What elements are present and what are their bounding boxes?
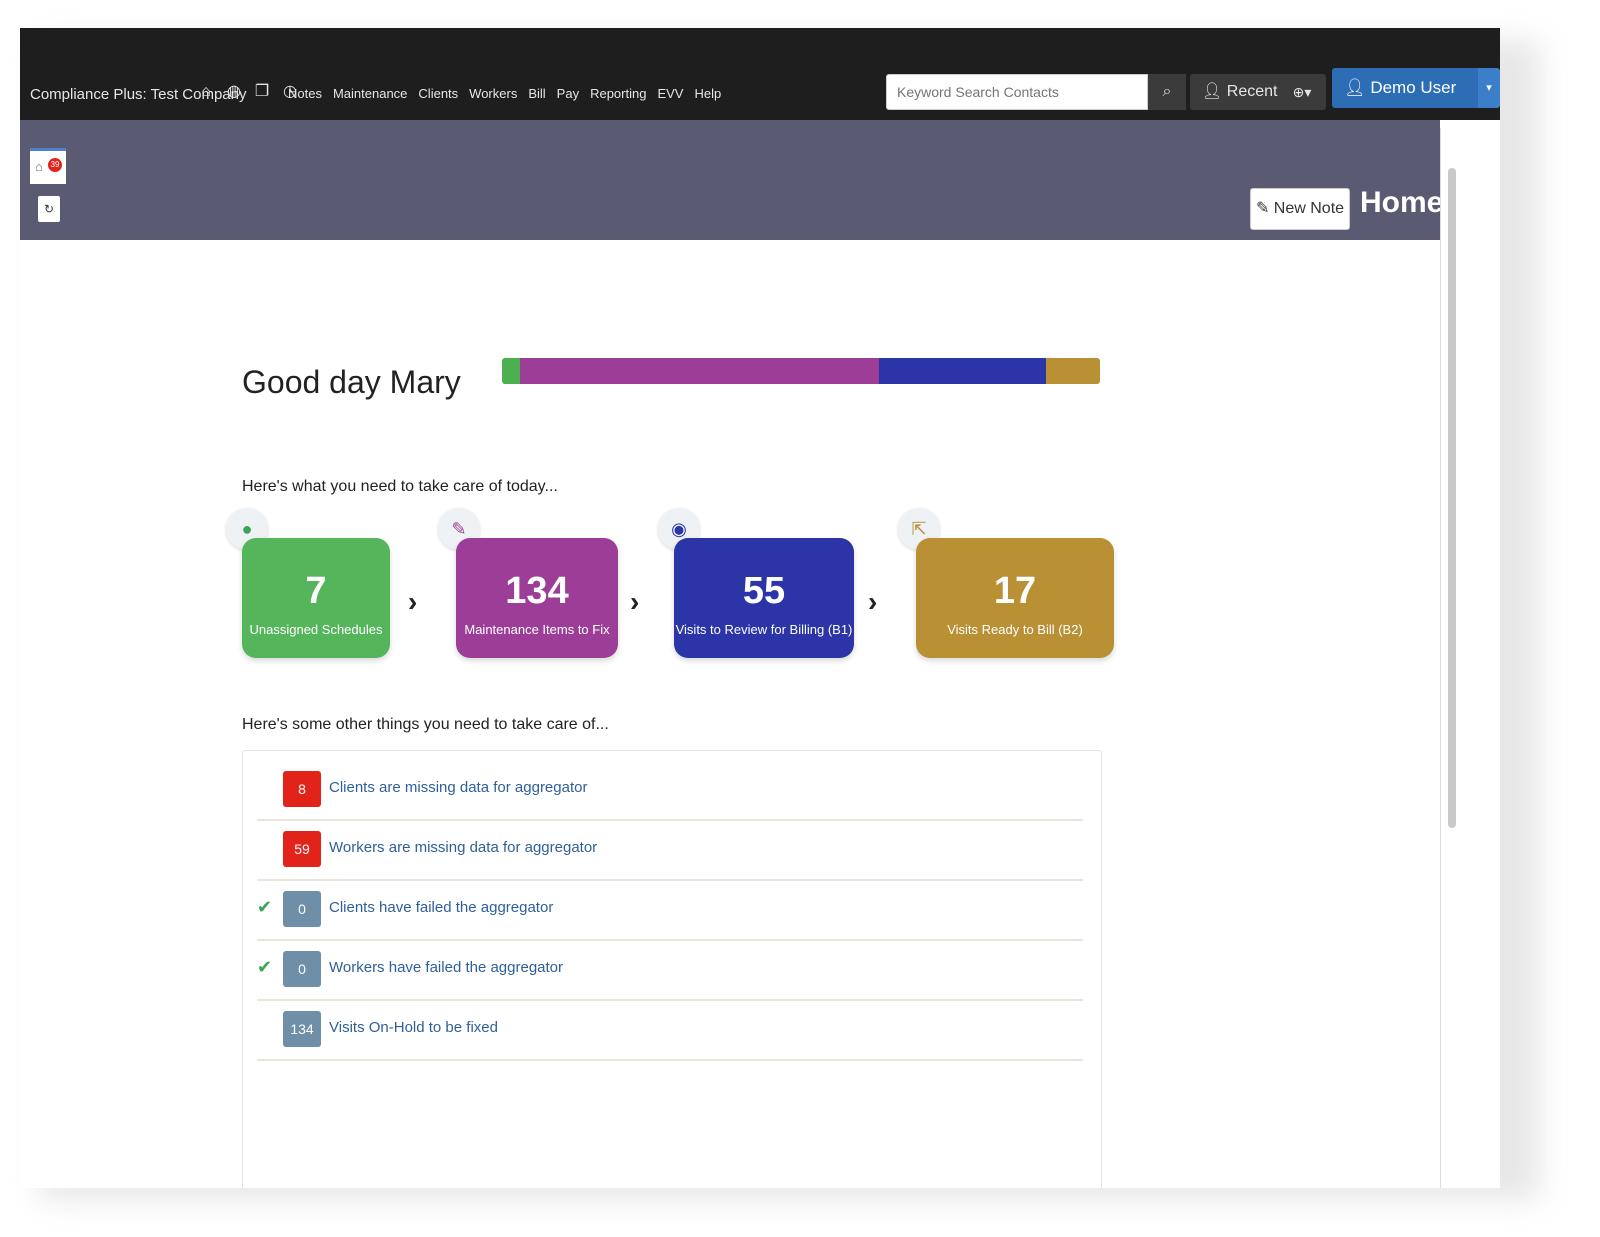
search-icon: ⌕ — [1162, 83, 1172, 100]
count-badge: 0 — [283, 891, 321, 927]
user-menu-button[interactable]: 👤︎ Demo User — [1332, 68, 1478, 108]
count-badge: 0 — [283, 951, 321, 987]
task-card-visits-ready[interactable]: 17 Visits Ready to Bill (B2) — [916, 538, 1114, 658]
progress-segment — [519, 358, 879, 384]
menu-pay[interactable]: Pay — [557, 86, 579, 101]
page-title: Home — [1360, 186, 1444, 219]
count-badge: 134 — [283, 1011, 321, 1047]
chevron-right-icon: › — [630, 586, 640, 617]
status-progress-bar — [502, 358, 1100, 384]
refresh-icon: ↻ — [43, 202, 55, 216]
home-icon: ⌂ — [35, 159, 43, 174]
menu-maintenance[interactable]: Maintenance — [333, 86, 407, 101]
windows-icon[interactable]: ❐ — [252, 82, 272, 102]
top-navbar: Compliance Plus: Test Company ⌂ ◍ ❐ ◷ No… — [20, 28, 1500, 120]
count-badge: 59 — [283, 831, 321, 867]
globe-icon[interactable]: ◍ — [224, 82, 244, 102]
user-label: Demo User — [1370, 78, 1457, 97]
item-link[interactable]: Workers are missing data for aggregator — [329, 839, 597, 856]
task-card-unassigned-schedules[interactable]: 7 Unassigned Schedules — [242, 538, 390, 658]
pencil-icon: ✎ — [1255, 200, 1270, 217]
menu-clients[interactable]: Clients — [418, 86, 458, 101]
user-icon: 👤︎ — [1344, 78, 1366, 97]
menu-evv[interactable]: EVV — [657, 86, 683, 101]
menu-notes[interactable]: Notes — [288, 86, 322, 101]
task-label: Maintenance Items to Fix — [464, 622, 610, 637]
add-menu-button[interactable]: ⊕▾ — [1278, 74, 1326, 110]
item-link[interactable]: Clients are missing data for aggregator — [329, 779, 587, 796]
list-item[interactable]: ✔ 0 Workers have failed the aggregator — [257, 943, 1083, 1001]
task-label: Visits to Review for Billing (B1) — [675, 622, 853, 637]
progress-segment — [502, 358, 520, 384]
user-caret-button[interactable]: ▾ — [1478, 68, 1500, 108]
list-item[interactable]: 134 Visits On-Hold to be fixed — [257, 1003, 1083, 1061]
task-value: 55 — [742, 570, 786, 612]
nav-icon-group: ⌂ ◍ ❐ ◷ — [196, 82, 300, 102]
today-heading: Here's what you need to take care of tod… — [242, 478, 558, 495]
user-icon: 👤︎ — [1202, 83, 1223, 100]
list-item[interactable]: ✔ 0 Clients have failed the aggregator — [257, 883, 1083, 941]
scrollbar-thumb[interactable] — [1448, 168, 1456, 828]
greeting: Good day Mary — [242, 364, 461, 400]
count-badge: 8 — [283, 771, 321, 807]
task-value: 17 — [993, 570, 1037, 612]
item-link[interactable]: Workers have failed the aggregator — [329, 959, 563, 976]
check-icon: ✔ — [257, 957, 273, 977]
menu-bill[interactable]: Bill — [528, 86, 545, 101]
app-window: Compliance Plus: Test Company ⌂ ◍ ❐ ◷ No… — [20, 28, 1500, 1188]
task-value: 134 — [505, 570, 569, 612]
task-card-maintenance-items[interactable]: 134 Maintenance Items to Fix — [456, 538, 618, 658]
item-link[interactable]: Clients have failed the aggregator — [329, 899, 553, 916]
task-card-visits-review[interactable]: 55 Visits to Review for Billing (B1) — [674, 538, 854, 658]
main-menu: Notes Maintenance Clients Workers Bill P… — [288, 86, 721, 101]
search-button[interactable]: ⌕ — [1148, 74, 1186, 110]
page-header-band — [20, 120, 1440, 240]
recent-label: Recent — [1226, 83, 1278, 100]
chevron-right-icon: › — [408, 586, 418, 617]
list-item[interactable]: 59 Workers are missing data for aggregat… — [257, 823, 1083, 881]
menu-workers[interactable]: Workers — [469, 86, 517, 101]
new-note-label: New Note — [1273, 200, 1345, 217]
check-icon: ✔ — [257, 897, 273, 917]
new-note-button[interactable]: ✎ New Note — [1250, 188, 1350, 230]
tab-badge: 39 — [48, 158, 62, 172]
chevron-right-icon: › — [868, 586, 878, 617]
menu-reporting[interactable]: Reporting — [590, 86, 646, 101]
item-link[interactable]: Visits On-Hold to be fixed — [329, 1019, 498, 1036]
search-input[interactable] — [886, 74, 1148, 110]
app-stage: Compliance Plus: Test Company ⌂ ◍ ❐ ◷ No… — [0, 0, 1600, 1237]
other-heading: Here's some other things you need to tak… — [242, 716, 609, 733]
menu-help[interactable]: Help — [694, 86, 721, 101]
task-label: Unassigned Schedules — [249, 622, 383, 637]
progress-segment — [1046, 358, 1100, 384]
progress-segment — [878, 358, 1047, 384]
other-items-panel: 8 Clients are missing data for aggregato… — [242, 750, 1102, 1188]
task-value: 7 — [305, 570, 327, 612]
home-icon[interactable]: ⌂ — [196, 82, 216, 102]
search-group: ⌕ — [886, 74, 1186, 110]
tab-home[interactable]: ⌂ 39 — [30, 148, 66, 184]
recent-button[interactable]: 👤︎ Recent — [1190, 74, 1290, 110]
task-label: Visits Ready to Bill (B2) — [947, 622, 1083, 637]
list-item[interactable]: 8 Clients are missing data for aggregato… — [257, 763, 1083, 821]
task-cards: ● 7 Unassigned Schedules › ✎ 134 Mainten… — [226, 508, 1114, 688]
refresh-button[interactable]: ↻ — [38, 196, 60, 222]
